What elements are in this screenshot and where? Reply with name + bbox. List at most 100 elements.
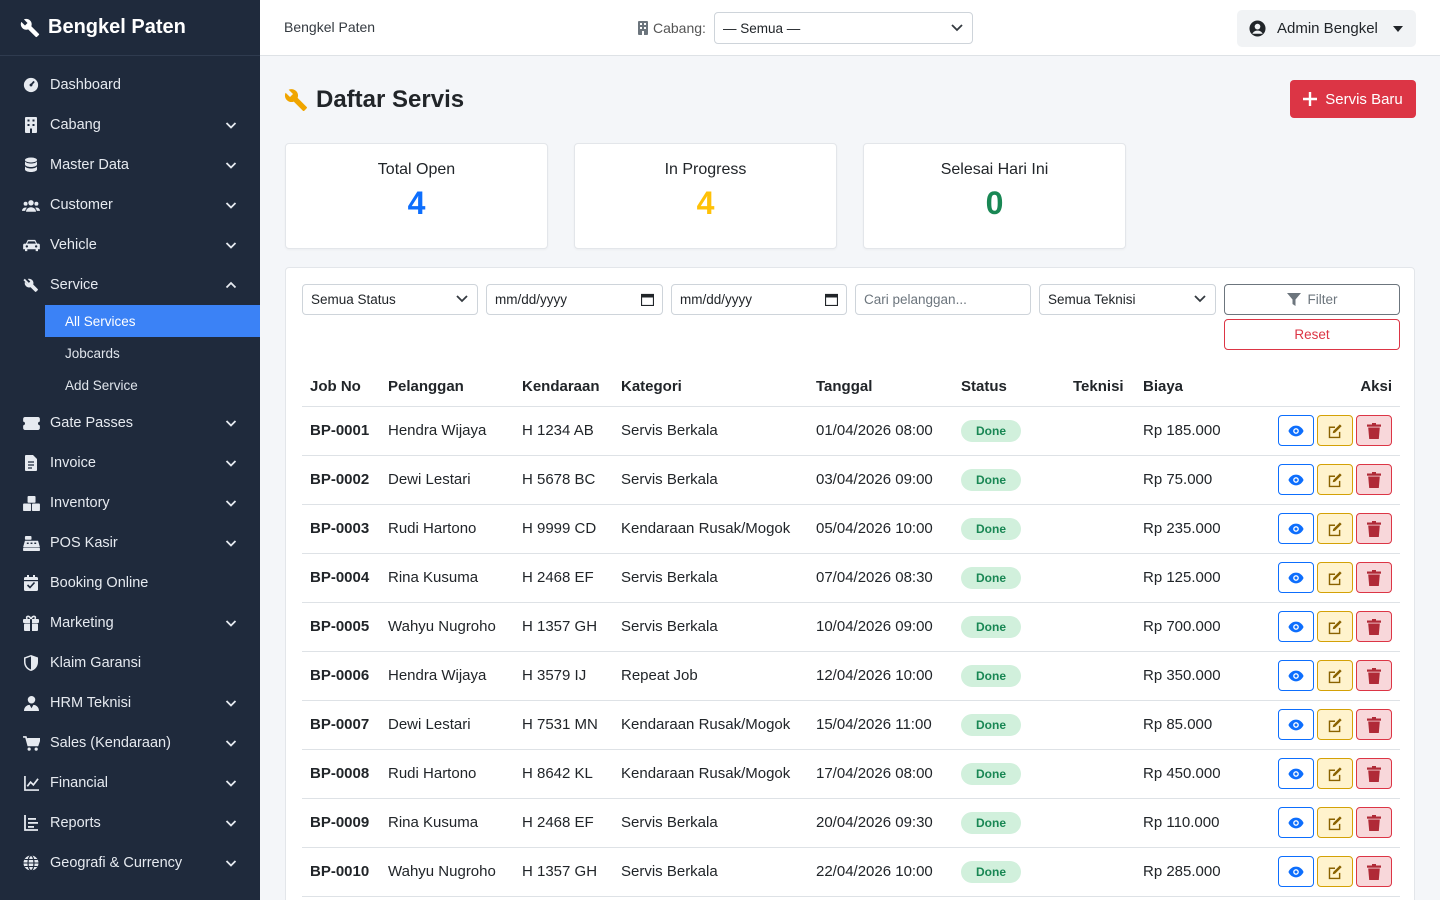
chevron-down-icon[interactable] (224, 118, 238, 132)
chevron-down-icon[interactable] (224, 776, 238, 790)
sidebar-item-vehicle[interactable]: Vehicle (0, 225, 260, 265)
status-select[interactable]: Semua Status (302, 284, 478, 315)
chevron-down-icon[interactable] (224, 496, 238, 510)
chevron-down-icon[interactable] (224, 456, 238, 470)
sidebar-item-booking-online[interactable]: Booking Online (0, 563, 260, 603)
delete-button[interactable] (1356, 611, 1392, 642)
new-service-button[interactable]: Servis Baru (1290, 80, 1416, 118)
view-button[interactable] (1278, 562, 1314, 593)
cell-kategori: Servis Berkala (613, 406, 808, 456)
view-button[interactable] (1278, 464, 1314, 495)
sidebar-item-dashboard[interactable]: Dashboard (0, 65, 260, 105)
chevron-down-icon[interactable] (224, 238, 238, 252)
view-button[interactable] (1278, 758, 1314, 789)
chevron-down-icon[interactable] (224, 536, 238, 550)
view-button[interactable] (1278, 856, 1314, 887)
chevron-down-icon[interactable] (224, 158, 238, 172)
edit-icon (1327, 570, 1343, 586)
edit-button[interactable] (1317, 660, 1353, 691)
sidebar-subitem-all-services[interactable]: All Services (45, 305, 260, 337)
date-from-input[interactable]: mm/dd/yyyy (486, 284, 663, 315)
sidebar-item-label: Booking Online (50, 575, 149, 591)
table-row[interactable]: BP-0006 Hendra Wijaya H 3579 IJ Repeat Job 1… (302, 651, 1400, 701)
chevron-down-icon[interactable] (224, 616, 238, 630)
chevron-down-icon[interactable] (224, 816, 238, 830)
edit-button[interactable] (1317, 562, 1353, 593)
sidebar-item-inventory[interactable]: Inventory (0, 483, 260, 523)
view-button[interactable] (1278, 660, 1314, 691)
edit-button[interactable] (1317, 513, 1353, 544)
delete-button[interactable] (1356, 464, 1392, 495)
sidebar-subitem-add-service[interactable]: Add Service (0, 369, 260, 401)
sidebar-item-geografi-currency[interactable]: Geografi & Currency (0, 843, 260, 883)
edit-button[interactable] (1317, 807, 1353, 838)
sidebar-item-hrm-teknisi[interactable]: HRM Teknisi (0, 683, 260, 723)
sidebar-item-gate-passes[interactable]: Gate Passes (0, 403, 260, 443)
delete-button[interactable] (1356, 856, 1392, 887)
filter-button[interactable]: Filter (1224, 284, 1400, 315)
chevron-down-icon[interactable] (224, 696, 238, 710)
table-row[interactable]: BP-0008 Rudi Hartono H 8642 KL Kendaraan Ru… (302, 749, 1400, 799)
user-menu-button[interactable]: Admin Bengkel (1237, 10, 1416, 47)
chevron-up-icon[interactable] (224, 278, 238, 292)
delete-button[interactable] (1356, 758, 1392, 789)
teknisi-select[interactable]: Semua Teknisi (1039, 284, 1216, 315)
sidebar-item-customer[interactable]: Customer (0, 185, 260, 225)
reset-button[interactable]: Reset (1224, 319, 1400, 350)
delete-button[interactable] (1356, 415, 1392, 446)
table-row[interactable]: BP-0007 Dewi Lestari H 7531 MN Kendaraan Ru… (302, 700, 1400, 750)
wrench-icon (20, 18, 40, 38)
sidebar-item-financial[interactable]: Financial (0, 763, 260, 803)
calendar-icon[interactable] (641, 293, 654, 306)
customer-search-input[interactable]: Cari pelanggan... (855, 284, 1031, 315)
view-button[interactable] (1278, 513, 1314, 544)
date-to-input[interactable]: mm/dd/yyyy (671, 284, 847, 315)
sidebar-item-sales-kendaraan[interactable]: Sales (Kendaraan) (0, 723, 260, 763)
cell-pelanggan: Rudi Hartono (380, 504, 514, 554)
chevron-down-icon[interactable] (224, 736, 238, 750)
table-row[interactable]: BP-0002 Dewi Lestari H 5678 BC Servis Berka… (302, 455, 1400, 505)
tools-icon (22, 276, 40, 294)
sidebar-item-pos-kasir[interactable]: POS Kasir (0, 523, 260, 563)
table-row[interactable]: BP-0003 Rudi Hartono H 9999 CD Kendaraan Ru… (302, 504, 1400, 554)
shield-icon (22, 654, 40, 672)
invoice-icon (22, 454, 40, 472)
chevron-down-icon[interactable] (224, 416, 238, 430)
edit-button[interactable] (1317, 709, 1353, 740)
table-row[interactable]: BP-0001 Hendra Wijaya H 1234 AB Servis Berk… (302, 406, 1400, 456)
table-row[interactable]: BP-0004 Rina Kusuma H 2468 EF Servis Berkal… (302, 553, 1400, 603)
edit-button[interactable] (1317, 464, 1353, 495)
view-button[interactable] (1278, 807, 1314, 838)
chevron-down-icon[interactable] (224, 856, 238, 870)
edit-button[interactable] (1317, 758, 1353, 789)
edit-button[interactable] (1317, 611, 1353, 642)
sidebar-item-service[interactable]: Service (0, 265, 260, 305)
sidebar-item-klaim-garansi[interactable]: Klaim Garansi (0, 643, 260, 683)
view-button[interactable] (1278, 415, 1314, 446)
table-row[interactable]: BP-0009 Rina Kusuma H 2468 EF Servis Berkal… (302, 798, 1400, 848)
delete-button[interactable] (1356, 709, 1392, 740)
sidebar-item-reports[interactable]: Reports (0, 803, 260, 843)
delete-button[interactable] (1356, 562, 1392, 593)
brand[interactable]: Bengkel Paten (0, 0, 260, 56)
chevron-down-icon[interactable] (224, 198, 238, 212)
branch-select[interactable]: — Semua — (713, 12, 973, 44)
edit-button[interactable] (1317, 856, 1353, 887)
sidebar-item-label: Sales (Kendaraan) (50, 735, 171, 751)
delete-button[interactable] (1356, 660, 1392, 691)
sidebar-item-master-data[interactable]: Master Data (0, 145, 260, 185)
table-row[interactable]: BP-0010 Wahyu Nugroho H 1357 GH Servis Berk… (302, 847, 1400, 897)
cell-kategori: Servis Berkala (613, 847, 808, 897)
table-row[interactable]: BP-0005 Wahyu Nugroho H 1357 GH Servis Berk… (302, 602, 1400, 652)
sidebar-item-marketing[interactable]: Marketing (0, 603, 260, 643)
edit-button[interactable] (1317, 415, 1353, 446)
gauge-icon (22, 76, 40, 94)
sidebar-item-cabang[interactable]: Cabang (0, 105, 260, 145)
delete-button[interactable] (1356, 513, 1392, 544)
sidebar-item-invoice[interactable]: Invoice (0, 443, 260, 483)
delete-button[interactable] (1356, 807, 1392, 838)
view-button[interactable] (1278, 611, 1314, 642)
sidebar-subitem-jobcards[interactable]: Jobcards (0, 337, 260, 369)
view-button[interactable] (1278, 709, 1314, 740)
calendar-icon[interactable] (825, 293, 838, 306)
